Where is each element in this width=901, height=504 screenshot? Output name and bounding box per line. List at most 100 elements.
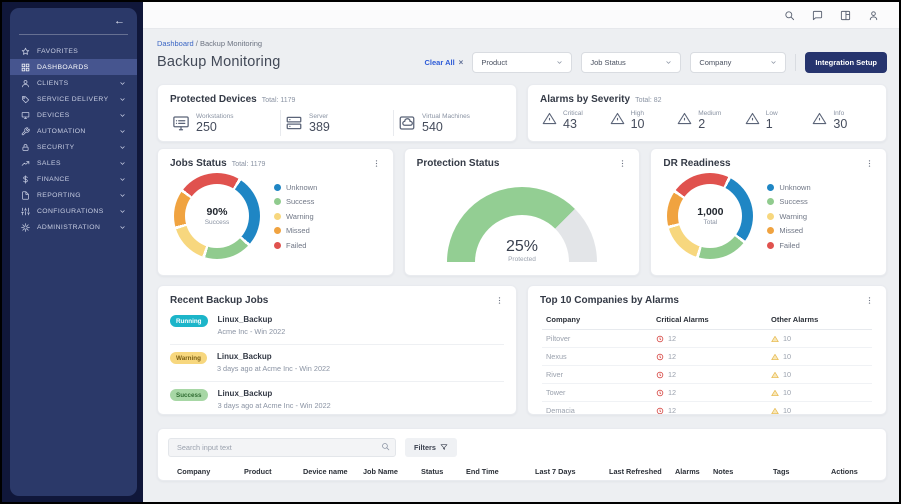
- monitor-icon: [21, 111, 30, 119]
- stat-label: Workstations: [196, 112, 234, 120]
- chart-legend: Unknown Success Warning Missed Failed: [274, 183, 317, 250]
- job-list-item[interactable]: Success Linux_Backup 3 days ago at Acme …: [170, 382, 504, 414]
- job-status-filter-select[interactable]: Job Status: [581, 51, 682, 73]
- stat-value: 2: [698, 117, 706, 131]
- warning-triangle-icon: [771, 353, 779, 360]
- chevron-down-icon: [120, 97, 125, 101]
- stat-value: 250: [196, 119, 217, 134]
- column-header[interactable]: Company: [177, 467, 244, 476]
- alarms-by-severity-card: Alarms by Severity Total: 82 Critical 43…: [527, 84, 887, 142]
- user-icon: [22, 79, 29, 87]
- other-count: 10: [783, 406, 792, 415]
- kebab-menu-icon[interactable]: [618, 159, 627, 168]
- chat-icon[interactable]: [812, 10, 823, 21]
- filter-bar: Clear All × Product Job Status Company I…: [425, 51, 887, 73]
- stat-value: 540: [422, 119, 443, 134]
- warning-triangle-icon: [771, 335, 779, 342]
- collapse-sidebar-icon[interactable]: ←: [114, 15, 125, 27]
- column-header[interactable]: Actions: [831, 467, 876, 476]
- sidebar-item-security[interactable]: SECURITY: [10, 139, 137, 155]
- sidebar-item-clients[interactable]: CLIENTS: [10, 75, 137, 91]
- column-header[interactable]: Last Refreshed: [609, 467, 675, 476]
- screen: ← FAVORITES DASHBOARDS CLIENTS SERVICE D…: [0, 0, 901, 504]
- column-header[interactable]: Alarms: [675, 467, 713, 476]
- critical-alarm-icon: [656, 335, 664, 342]
- search-icon[interactable]: [784, 10, 795, 21]
- kebab-menu-icon[interactable]: [372, 159, 381, 168]
- column-header[interactable]: Notes: [713, 467, 773, 476]
- kebab-menu-icon[interactable]: [865, 296, 874, 305]
- sidebar-item-configurations[interactable]: CONFIGURATIONS: [10, 203, 137, 219]
- page-title: Backup Monitoring: [157, 54, 281, 70]
- chevron-down-icon: [120, 193, 125, 197]
- company-name: Piltover: [546, 334, 571, 343]
- panels-icon[interactable]: [840, 10, 851, 21]
- chevron-down-icon: [120, 225, 125, 229]
- column-header[interactable]: Product: [244, 467, 303, 476]
- column-header[interactable]: Last 7 Days: [535, 467, 609, 476]
- sidebar-item-service-delivery[interactable]: SERVICE DELIVERY: [10, 91, 137, 107]
- select-value: Product: [481, 57, 508, 67]
- clear-all-label: Clear All: [424, 57, 455, 67]
- stat-value: 1: [765, 117, 773, 131]
- user-avatar-icon[interactable]: [868, 10, 879, 21]
- legend-label: Failed: [286, 240, 307, 250]
- filters-button[interactable]: Filters: [405, 437, 457, 457]
- kebab-menu-icon[interactable]: [495, 296, 504, 305]
- card-total: Total: 1179: [231, 161, 266, 168]
- sidebar-item-dashboards[interactable]: DASHBOARDS: [10, 59, 137, 75]
- sidebar-item-administration[interactable]: ADMINISTRATION: [10, 219, 137, 235]
- protection-status-card: Protection Status 25% Protected: [403, 148, 641, 276]
- sidebar-item-sales[interactable]: SALES: [10, 155, 137, 171]
- job-name: Linux_Backup: [216, 352, 272, 361]
- company-filter-select[interactable]: Company: [690, 51, 787, 73]
- legend-dot: [767, 227, 775, 234]
- legend-item: Failed: [274, 241, 317, 250]
- warning-triangle-icon: [771, 407, 779, 414]
- jobs-table-card: Filters Company Product Device name Job …: [157, 428, 887, 481]
- sidebar-item-finance[interactable]: FINANCE: [10, 171, 137, 187]
- donut-center-label: Success: [204, 219, 230, 226]
- column-header: Other Alarms: [771, 315, 819, 324]
- integration-setup-button[interactable]: Integration Setup: [805, 51, 887, 73]
- sidebar-item-label: DEVICES: [37, 111, 70, 119]
- kebab-menu-icon[interactable]: [865, 159, 874, 168]
- stat-high: High 10: [606, 110, 674, 131]
- sidebar-item-reporting[interactable]: REPORTING: [10, 187, 137, 203]
- column-header[interactable]: End Time: [466, 467, 535, 476]
- company-name: River: [546, 370, 564, 379]
- column-header[interactable]: Status: [421, 467, 466, 476]
- table-row[interactable]: Tower 12 10: [542, 384, 872, 402]
- sidebar-item-devices[interactable]: DEVICES: [10, 107, 137, 123]
- legend-label: Failed: [779, 240, 800, 250]
- card-total: Total: 82: [635, 97, 662, 104]
- job-list-item[interactable]: Warning Linux_Backup 3 days ago at Acme …: [170, 345, 504, 382]
- star-icon: [21, 47, 30, 55]
- critical-alarm-icon: [656, 371, 664, 378]
- table-row[interactable]: River 12 10: [542, 366, 872, 384]
- chevron-down-icon: [120, 145, 125, 149]
- product-filter-select[interactable]: Product: [472, 51, 573, 73]
- sidebar-panel: ← FAVORITES DASHBOARDS CLIENTS SERVICE D…: [10, 8, 137, 496]
- sidebar-item-label: FINANCE: [37, 175, 70, 183]
- legend-item: Missed: [767, 226, 810, 235]
- column-header[interactable]: Device name: [303, 467, 363, 476]
- dr-readiness-donut-chart: 1,000 Total: [667, 173, 754, 259]
- table-row[interactable]: Piltover 12 10: [542, 330, 872, 348]
- search-input[interactable]: [168, 438, 396, 457]
- select-value: Company: [699, 57, 732, 67]
- column-header[interactable]: Job Name: [363, 467, 421, 476]
- job-list-item[interactable]: Running Linux_Backup Acme Inc - Win 2022: [170, 308, 504, 345]
- legend-label: Missed: [286, 226, 310, 235]
- search-box: [168, 437, 396, 457]
- card-title: Recent Backup Jobs: [170, 295, 269, 306]
- sidebar-item-favorites[interactable]: FAVORITES: [10, 43, 137, 59]
- column-header[interactable]: Tags: [773, 467, 831, 476]
- legend-label: Unknown: [779, 182, 811, 192]
- breadcrumb-link[interactable]: Dashboard: [157, 39, 194, 48]
- legend-item: Unknown: [767, 182, 811, 192]
- table-row[interactable]: Nexus 12 10: [542, 348, 872, 366]
- clear-all-button[interactable]: Clear All ×: [425, 58, 464, 67]
- table-row[interactable]: Demacia 12 10: [542, 402, 872, 415]
- sidebar-item-automation[interactable]: AUTOMATION: [10, 123, 137, 139]
